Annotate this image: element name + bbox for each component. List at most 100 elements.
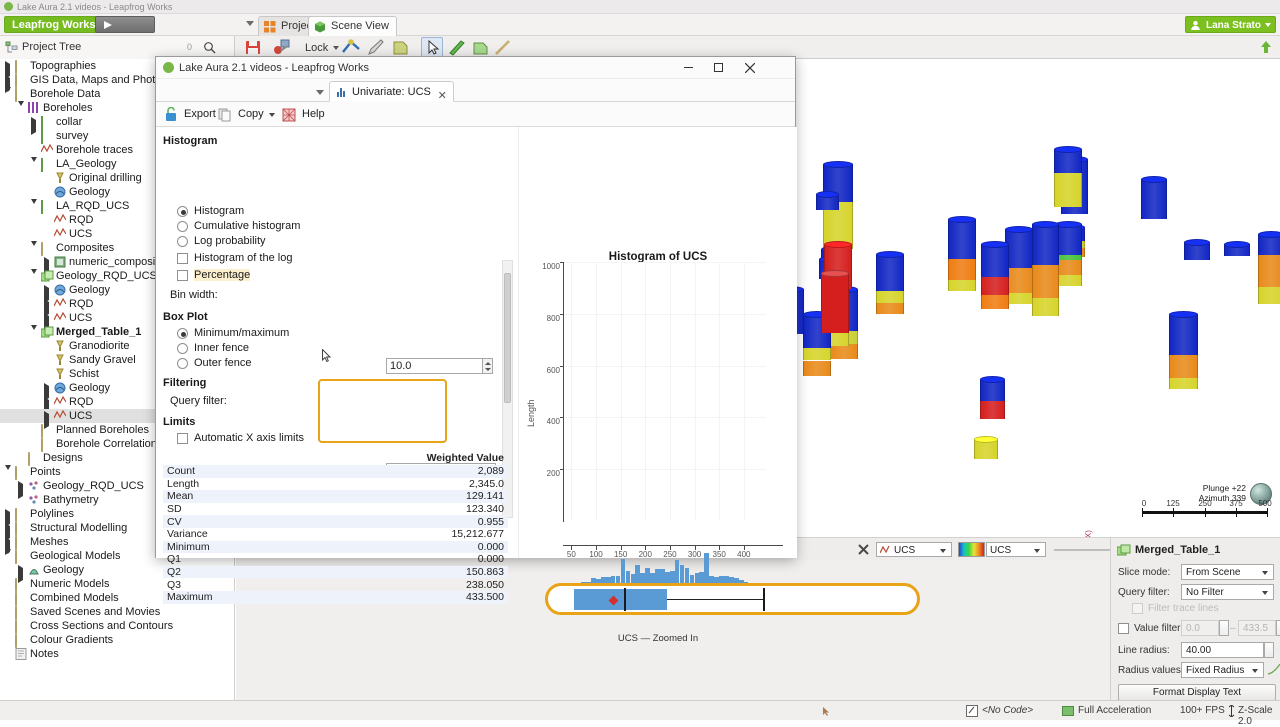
clip-icon[interactable]: [390, 38, 410, 57]
line-radius-stepper[interactable]: [1264, 642, 1274, 658]
slice-icon[interactable]: [470, 38, 490, 57]
radio-outer-fence[interactable]: [177, 358, 188, 369]
chevron-down-icon[interactable]: [31, 269, 38, 286]
chevron-down-icon[interactable]: [18, 101, 25, 118]
chevron-right-icon[interactable]: [5, 523, 12, 541]
pointer-icon: [428, 39, 440, 55]
dialog-body: Histogram Histogram Cumulative histogram…: [156, 127, 920, 644]
statistics-key: Mean: [163, 490, 325, 503]
pencil-icon[interactable]: [366, 38, 386, 57]
statistics-value: 129.141: [324, 490, 508, 503]
chevron-right-icon[interactable]: [18, 481, 25, 499]
help-button[interactable]: Help: [280, 105, 325, 124]
limits-group-title: Limits: [163, 416, 196, 428]
maximize-button[interactable]: [704, 57, 734, 79]
colour-list-select[interactable]: UCS: [986, 542, 1046, 557]
chevron-down-icon[interactable]: [31, 199, 38, 216]
chevron-right-icon[interactable]: [44, 313, 51, 331]
search-icon[interactable]: [203, 41, 216, 54]
export-button[interactable]: Export: [162, 105, 216, 124]
radio-minimum-maximum[interactable]: [177, 328, 188, 339]
chevron-down-icon[interactable]: [5, 465, 12, 482]
statistics-value: 0.000: [477, 553, 504, 566]
play-video-button[interactable]: [95, 16, 155, 33]
tree-item-label: Borehole Correlation: [56, 438, 157, 450]
remove-icon[interactable]: [857, 543, 870, 556]
chevron-right-icon[interactable]: [5, 75, 12, 93]
checkbox-automatic-x-axis-limits[interactable]: [177, 433, 188, 444]
radio-histogram[interactable]: [177, 206, 188, 217]
radius-values-select[interactable]: Fixed Radius: [1181, 662, 1264, 678]
scalebar-value: 375: [1229, 499, 1243, 508]
chevron-right-icon[interactable]: [5, 537, 12, 555]
copy-button[interactable]: Copy: [216, 105, 278, 124]
tree-item-label: Colour Gradients: [30, 634, 114, 646]
query-filter-select[interactable]: No Filter: [1181, 584, 1274, 600]
measure-icon[interactable]: [341, 38, 361, 57]
statistics-value: 15,212.677: [451, 528, 504, 541]
value-filter-checkbox[interactable]: [1118, 623, 1129, 634]
tree-item-cross-sections-and-contours[interactable]: Cross Sections and Contours: [0, 619, 234, 634]
bin-width-stepper[interactable]: [483, 358, 493, 374]
upload-icon[interactable]: [1258, 40, 1274, 55]
slice-mode-select[interactable]: From Scene: [1181, 564, 1274, 580]
checkbox-histogram-of-the-log[interactable]: [177, 253, 188, 264]
help-icon: [282, 108, 296, 122]
radio-cumulative-histogram[interactable]: [177, 221, 188, 232]
chevron-right-icon[interactable]: [44, 257, 51, 275]
chevron-right-icon[interactable]: [5, 509, 12, 527]
format-display-text-button[interactable]: Format Display Text: [1118, 684, 1276, 701]
toolbar-overflow-chevron-down-icon[interactable]: [246, 21, 254, 26]
radio-inner-fence[interactable]: [177, 343, 188, 354]
tab-scene-view[interactable]: Scene View: [308, 16, 397, 36]
squig-icon: [53, 311, 67, 324]
chevron-down-icon[interactable]: [5, 549, 12, 566]
opacity-slider-track[interactable]: [1054, 549, 1112, 551]
statistics-row: Q3 238.050: [163, 578, 508, 591]
lock-menu-label[interactable]: Lock: [305, 42, 328, 54]
checkbox-percentage[interactable]: [177, 270, 188, 281]
edit-curve-icon[interactable]: [1268, 664, 1280, 676]
scrollbar-thumb[interactable]: [504, 273, 511, 403]
line-radius-input[interactable]: 40.00: [1181, 642, 1264, 658]
tree-item-colour-gradients[interactable]: Colour Gradients: [0, 633, 234, 648]
univariate-statistics-dialog[interactable]: Lake Aura 2.1 videos - Leapfrog Works Un…: [155, 56, 920, 644]
chevron-down-icon[interactable]: [31, 325, 38, 342]
tab-univariate-ucs[interactable]: Univariate: UCS ✕: [329, 81, 454, 102]
minimize-button[interactable]: [673, 57, 703, 79]
chevron-down-icon: [1262, 571, 1268, 575]
colour-gradient-swatch[interactable]: [958, 542, 985, 557]
chevron-right-icon[interactable]: [44, 299, 51, 317]
chevron-right-icon[interactable]: [44, 383, 51, 401]
tab-overflow-chevron-down-icon[interactable]: [316, 90, 324, 95]
chevron-right-icon[interactable]: [5, 61, 12, 79]
bin-width-input[interactable]: 10.0: [386, 358, 483, 374]
save-scene-icon[interactable]: [243, 38, 263, 57]
statistics-header: Weighted Value: [426, 452, 504, 464]
chevron-down-icon[interactable]: [31, 241, 38, 258]
notes-icon: [15, 648, 27, 660]
shape-list-select[interactable]: UCS: [876, 542, 952, 557]
histogram-bar: [704, 553, 710, 587]
chevron-down-icon[interactable]: [333, 46, 339, 50]
close-button[interactable]: [735, 57, 765, 79]
pointer-tool-button[interactable]: [421, 37, 443, 58]
chevron-right-icon[interactable]: [18, 565, 25, 583]
chevron-right-icon[interactable]: [44, 397, 51, 415]
chevron-right-icon[interactable]: [44, 411, 51, 429]
tree-item-notes[interactable]: Notes: [0, 647, 234, 661]
tree-item-label: UCS: [69, 228, 93, 240]
chevron-down-icon[interactable]: [31, 157, 38, 174]
bin-width-label: Bin width:: [170, 289, 218, 301]
line-icon[interactable]: [493, 38, 513, 57]
tree-item-label: Polylines: [30, 508, 75, 520]
radio-log-probability[interactable]: [177, 236, 188, 247]
tree-item-saved-scenes-and-movies[interactable]: Saved Scenes and Movies: [0, 605, 234, 620]
tree-item-label: Bathymetry: [43, 494, 99, 506]
ruler-icon[interactable]: [447, 38, 467, 57]
chevron-right-icon[interactable]: [44, 285, 51, 303]
scene-settings-icon[interactable]: [272, 38, 292, 57]
chevron-right-icon[interactable]: [31, 117, 38, 135]
chevron-down-icon[interactable]: [5, 87, 12, 104]
user-account-button[interactable]: Lana Strato: [1184, 16, 1276, 33]
